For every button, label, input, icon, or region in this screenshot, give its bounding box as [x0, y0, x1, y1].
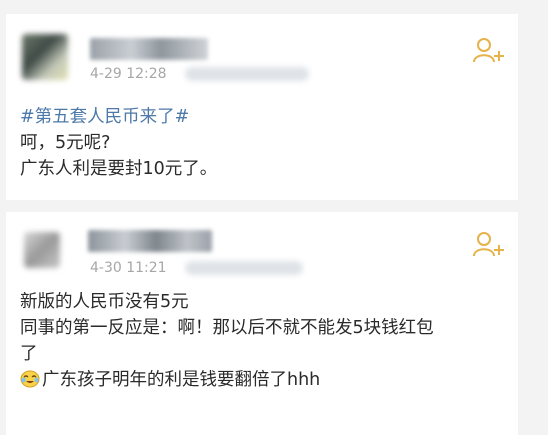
username[interactable]	[90, 38, 208, 60]
hashtag-link[interactable]: #第五套人民币来了#	[20, 104, 508, 130]
post-text-line: 广东人利是要封10元了。	[20, 159, 218, 179]
post-text-line: 广东孩子明年的利是钱要翻倍了hhh	[42, 370, 321, 390]
post-source	[184, 67, 309, 81]
add-user-icon[interactable]	[472, 230, 506, 258]
feed-post: 4-29 12:28 #第五套人民币来了# 呵，5元呢? 广东人利是要封10元了…	[6, 14, 518, 200]
post-text-line: 新版的人民币没有5元	[20, 292, 189, 312]
post-timestamp: 4-29 12:28	[90, 66, 167, 82]
avatar[interactable]	[22, 34, 68, 80]
post-text-line: 呵，5元呢?	[20, 133, 111, 153]
post-source	[184, 261, 303, 275]
post-text-line: 了	[20, 344, 38, 364]
post-text-line-with-emoji: 广东孩子明年的利是钱要翻倍了hhh	[20, 367, 508, 393]
feed: 4-29 12:28 #第五套人民币来了# 呵，5元呢? 广东人利是要封10元了…	[0, 0, 548, 435]
laughing-tears-emoji-icon	[20, 370, 40, 388]
post-text-line: 同事的第一反应是：啊！那以后不就不能发5块钱红包	[20, 318, 434, 338]
post-meta: 4-30 11:21	[90, 260, 303, 276]
add-user-icon[interactable]	[472, 36, 506, 64]
post-content: 新版的人民币没有5元 同事的第一反应是：啊！那以后不就不能发5块钱红包 了 广东…	[20, 289, 508, 393]
feed-post: 4-30 11:21 新版的人民币没有5元 同事的第一反应是：啊！那以后不就不能…	[6, 212, 518, 435]
post-timestamp: 4-30 11:21	[90, 260, 167, 276]
post-meta: 4-29 12:28	[90, 66, 309, 82]
post-content: #第五套人民币来了# 呵，5元呢? 广东人利是要封10元了。	[20, 104, 508, 182]
username[interactable]	[88, 230, 212, 252]
avatar[interactable]	[24, 232, 60, 268]
